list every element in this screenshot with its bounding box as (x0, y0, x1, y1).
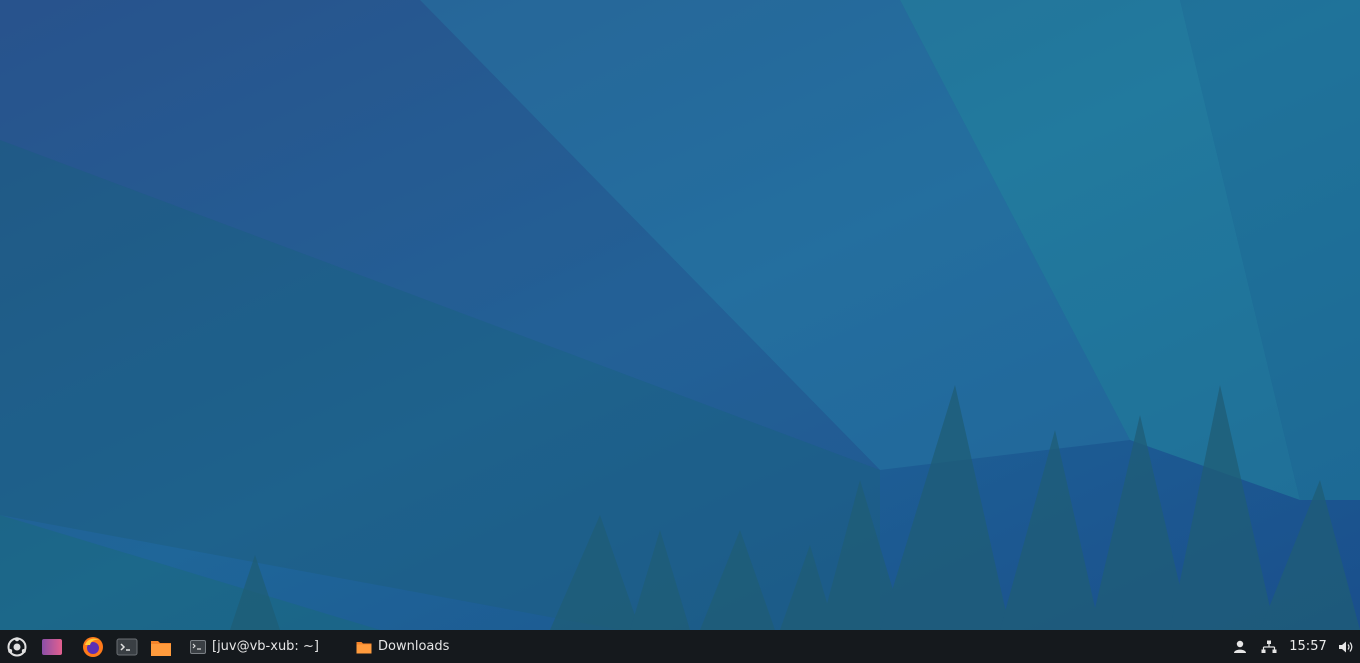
whisker-menu-button[interactable] (4, 630, 30, 663)
clock[interactable]: 15:57 (1288, 630, 1328, 663)
taskbar: [juv@vb-xub: ~] Downloads 15:57 (0, 630, 1360, 663)
firefox-launcher[interactable] (80, 630, 106, 663)
user-menu-button[interactable] (1230, 630, 1250, 663)
task-downloads[interactable]: Downloads (356, 630, 449, 663)
folder-icon (356, 641, 372, 653)
xubuntu-logo-icon (7, 636, 27, 656)
task-label: Downloads (378, 639, 450, 654)
firefox-icon (83, 636, 103, 657)
task-terminal[interactable]: [juv@vb-xub: ~] (190, 630, 319, 663)
volume-icon (1339, 641, 1353, 652)
terminal-launcher[interactable] (114, 630, 140, 663)
network-indicator[interactable] (1258, 630, 1280, 663)
clock-time: 15:57 (1289, 639, 1327, 654)
workspace-icon (42, 638, 62, 655)
terminal-icon (190, 639, 206, 654)
folder-icon (151, 640, 171, 656)
volume-control[interactable] (1336, 630, 1356, 663)
terminal-icon (116, 638, 138, 655)
user-icon (1234, 640, 1246, 653)
workspace-switcher-button[interactable] (38, 630, 66, 663)
desktop-wallpaper (0, 0, 1360, 630)
wallpaper-image (0, 0, 1360, 630)
network-icon (1261, 640, 1277, 653)
task-label: [juv@vb-xub: ~] (212, 639, 319, 654)
file-manager-launcher[interactable] (148, 630, 174, 663)
